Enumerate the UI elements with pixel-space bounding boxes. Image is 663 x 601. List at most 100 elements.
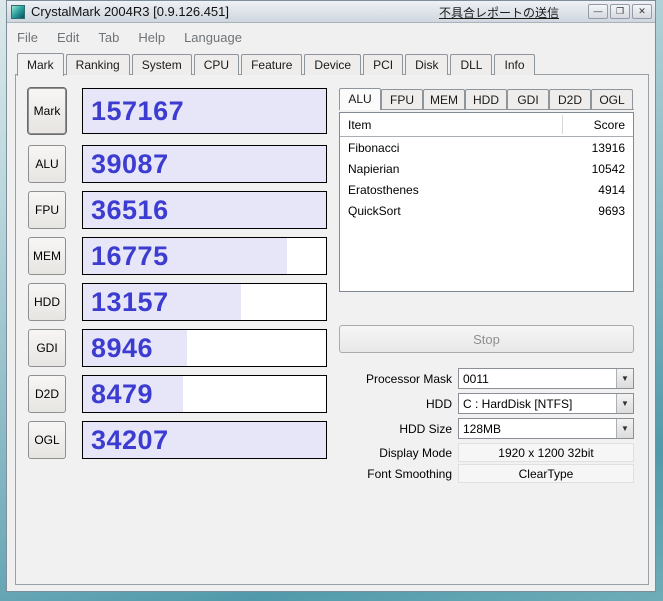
- tab-ranking[interactable]: Ranking: [65, 54, 130, 75]
- hdd-select[interactable]: C : HardDisk [NTFS] ▼: [458, 393, 634, 414]
- display-mode-value: 1920 x 1200 32bit: [458, 443, 634, 462]
- report-link[interactable]: 不具合レポートの送信: [439, 4, 559, 21]
- menu-file[interactable]: File: [17, 30, 38, 45]
- mem-score-value: 16775: [91, 240, 169, 271]
- setting-processor-mask: Processor Mask 0011 ▼: [339, 368, 634, 389]
- table-cell-score: 10542: [591, 162, 625, 176]
- gdi-button[interactable]: GDI: [28, 329, 66, 367]
- chevron-down-icon[interactable]: ▼: [616, 369, 633, 388]
- detail-panel: ALU FPU MEM HDD GDI D2D OGL Item Score F…: [339, 88, 634, 485]
- detail-tab-ogl[interactable]: OGL: [591, 89, 633, 109]
- tab-dll[interactable]: DLL: [450, 54, 493, 75]
- table-cell-item: Eratosthenes: [348, 183, 419, 197]
- setting-hdd: HDD C : HardDisk [NTFS] ▼: [339, 393, 634, 414]
- bench-row-mem: MEM 16775: [28, 237, 328, 275]
- ogl-score-bar: 34207: [82, 421, 327, 459]
- setting-font-smoothing: Font Smoothing ClearType: [339, 464, 634, 483]
- menu-edit[interactable]: Edit: [57, 30, 79, 45]
- table-header: Item Score: [340, 113, 633, 137]
- ogl-score-value: 34207: [91, 424, 169, 455]
- tab-system[interactable]: System: [131, 54, 192, 75]
- alu-score-bar: 39087: [82, 145, 327, 183]
- menu-language[interactable]: Language: [184, 30, 242, 45]
- detail-tab-d2d[interactable]: D2D: [549, 89, 591, 109]
- app-window: CrystalMark 2004R3 [0.9.126.451] 不具合レポート…: [6, 0, 656, 592]
- table-cell-item: Fibonacci: [348, 141, 400, 155]
- table-row: Napierian 10542: [340, 158, 633, 179]
- processor-mask-value: 0011: [463, 371, 489, 386]
- bench-row-mark: Mark 157167: [28, 88, 328, 134]
- menubar: File Edit Tab Help Language: [17, 30, 242, 45]
- settings-group: Processor Mask 0011 ▼ HDD C : HardDisk […: [339, 368, 634, 483]
- table-row: QuickSort 9693: [340, 200, 633, 221]
- bench-row-alu: ALU 39087: [28, 145, 328, 183]
- minimize-icon[interactable]: —: [588, 4, 608, 19]
- table-cell-item: QuickSort: [348, 204, 401, 218]
- chevron-down-icon[interactable]: ▼: [616, 394, 633, 413]
- table-cell-score: 9693: [598, 204, 625, 218]
- hdd-size-select[interactable]: 128MB ▼: [458, 418, 634, 439]
- app-icon: [11, 4, 25, 19]
- tab-info[interactable]: Info: [494, 54, 535, 75]
- bench-row-d2d: D2D 8479: [28, 375, 328, 413]
- tab-pci[interactable]: PCI: [363, 54, 404, 75]
- table-row: Eratosthenes 4914: [340, 179, 633, 200]
- hdd-size-value: 128MB: [463, 421, 502, 436]
- bench-row-gdi: GDI 8946: [28, 329, 328, 367]
- tab-device[interactable]: Device: [304, 54, 362, 75]
- detail-tab-alu[interactable]: ALU: [339, 88, 381, 110]
- tab-disk[interactable]: Disk: [405, 54, 449, 75]
- bench-row-ogl: OGL 34207: [28, 421, 328, 459]
- hdd-value: C : HardDisk [NTFS]: [463, 396, 573, 411]
- mark-score-value: 157167: [91, 95, 185, 126]
- hdd-size-label: HDD Size: [399, 421, 452, 436]
- detail-tab-mem[interactable]: MEM: [423, 89, 465, 109]
- detail-tab-gdi[interactable]: GDI: [507, 89, 549, 109]
- d2d-score-bar: 8479: [82, 375, 327, 413]
- mem-button[interactable]: MEM: [28, 237, 66, 275]
- menu-tab[interactable]: Tab: [98, 30, 119, 45]
- ogl-button[interactable]: OGL: [28, 421, 66, 459]
- detail-tab-fpu[interactable]: FPU: [381, 89, 423, 109]
- fpu-score-bar: 36516: [82, 191, 327, 229]
- d2d-button[interactable]: D2D: [28, 375, 66, 413]
- mark-button[interactable]: Mark: [28, 88, 66, 134]
- fpu-score-value: 36516: [91, 194, 169, 225]
- fpu-button[interactable]: FPU: [28, 191, 66, 229]
- maximize-icon[interactable]: ❐: [610, 4, 630, 19]
- hdd-label: HDD: [426, 396, 452, 411]
- detail-tab-hdd[interactable]: HDD: [465, 89, 507, 109]
- setting-display-mode: Display Mode 1920 x 1200 32bit: [339, 443, 634, 462]
- hdd-score-value: 13157: [91, 286, 169, 317]
- font-smoothing-value: ClearType: [458, 464, 634, 483]
- tab-cpu[interactable]: CPU: [193, 54, 240, 75]
- tab-feature[interactable]: Feature: [241, 54, 303, 75]
- processor-mask-select[interactable]: 0011 ▼: [458, 368, 634, 389]
- bench-row-hdd: HDD 13157: [28, 283, 328, 321]
- menu-help[interactable]: Help: [138, 30, 165, 45]
- column-divider: [562, 115, 563, 134]
- detail-tabstrip: ALU FPU MEM HDD GDI D2D OGL: [339, 88, 634, 110]
- alu-button[interactable]: ALU: [28, 145, 66, 183]
- stop-button[interactable]: Stop: [339, 325, 634, 353]
- alu-score-value: 39087: [91, 148, 169, 179]
- gdi-score-bar: 8946: [82, 329, 327, 367]
- benchmark-list: Mark 157167 ALU 39087 FPU 36516 MEM 1677…: [28, 88, 328, 467]
- processor-mask-label: Processor Mask: [365, 371, 452, 386]
- chevron-down-icon[interactable]: ▼: [616, 419, 633, 438]
- font-smoothing-label: Font Smoothing: [367, 466, 452, 481]
- hdd-score-bar: 13157: [82, 283, 327, 321]
- mark-tab-panel: Mark 157167 ALU 39087 FPU 36516 MEM 1677…: [15, 74, 649, 585]
- window-title: CrystalMark 2004R3 [0.9.126.451]: [31, 4, 229, 19]
- main-tabstrip: Mark Ranking System CPU Feature Device P…: [17, 53, 537, 76]
- d2d-score-value: 8479: [91, 378, 154, 409]
- table-header-score: Score: [593, 118, 625, 132]
- close-icon[interactable]: ✕: [632, 4, 652, 19]
- window-controls: — ❐ ✕: [588, 4, 652, 19]
- table-cell-score: 4914: [598, 183, 625, 197]
- table-row: Fibonacci 13916: [340, 137, 633, 158]
- table-cell-score: 13916: [591, 141, 625, 155]
- tab-mark[interactable]: Mark: [17, 53, 64, 76]
- mem-score-bar: 16775: [82, 237, 327, 275]
- hdd-button[interactable]: HDD: [28, 283, 66, 321]
